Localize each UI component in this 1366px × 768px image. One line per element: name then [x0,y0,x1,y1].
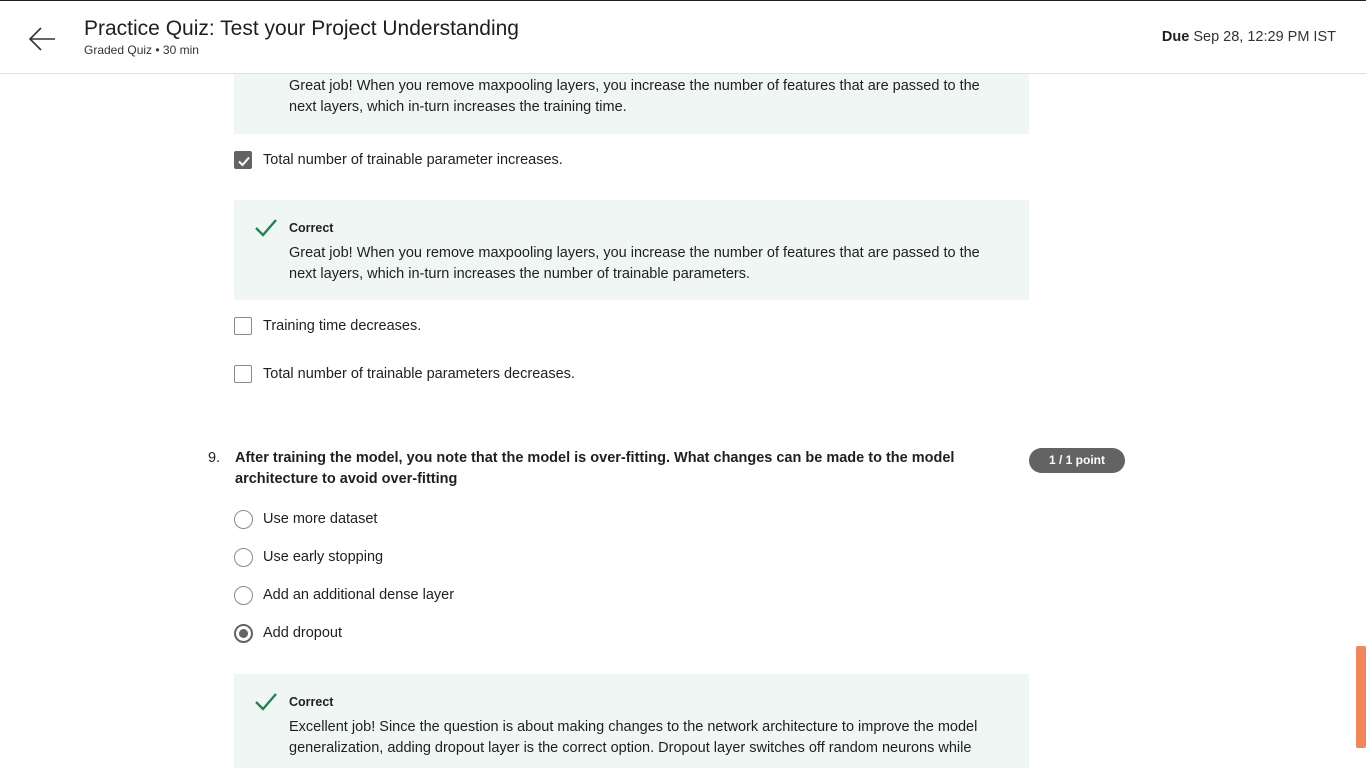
option-label: Total number of trainable parameter incr… [263,152,563,168]
quiz-header: Practice Quiz: Test your Project Underst… [0,0,1366,74]
quiz-meta: Graded Quiz • 30 min [84,43,199,57]
question-text: After training the model, you note that … [235,450,955,487]
checkbox-checked[interactable] [234,151,252,169]
feedback-text: Great job! When you remove maxpooling la… [289,245,980,282]
quiz-content: Great job! When you remove maxpooling la… [0,74,1366,768]
feedback-panel: Correct Excellent job! Since the questio… [234,674,1029,768]
option-label: Training time decreases. [263,318,422,334]
radio-button[interactable] [234,586,253,605]
points-badge: 1 / 1 point [1029,448,1125,473]
question-number: 9. [208,450,221,466]
option-label: Total number of trainable parameters dec… [263,366,575,382]
correct-check-icon [255,693,277,711]
option-label: Add dropout [263,625,343,641]
feedback-panel: Correct Great job! When you remove maxpo… [234,200,1029,300]
radio-button[interactable] [234,548,253,567]
page-title: Practice Quiz: Test your Project Underst… [84,17,519,40]
option-label: Use more dataset [263,511,378,527]
feedback-panel: Great job! When you remove maxpooling la… [234,74,1029,134]
back-button[interactable] [26,23,58,55]
feedback-text: Great job! When you remove maxpooling la… [289,78,980,115]
radio-button-selected[interactable] [234,624,253,643]
due-value: Sep 28, 12:29 PM IST [1193,29,1336,45]
option-label: Add an additional dense layer [263,587,455,603]
checkmark-icon [238,156,250,167]
scrollbar-thumb[interactable] [1356,646,1366,748]
due-label: Due [1161,29,1190,45]
correct-check-icon [255,219,277,237]
due-date: Due Sep 28, 12:29 PM IST [1162,29,1336,45]
checkbox-unchecked[interactable] [234,365,252,383]
feedback-label: Correct [289,221,334,235]
arrow-left-icon [28,27,55,51]
checkbox-unchecked[interactable] [234,317,252,335]
option-label: Use early stopping [263,549,384,565]
radio-button[interactable] [234,510,253,529]
feedback-label: Correct [289,695,334,709]
feedback-text: Excellent job! Since the question is abo… [289,719,978,756]
